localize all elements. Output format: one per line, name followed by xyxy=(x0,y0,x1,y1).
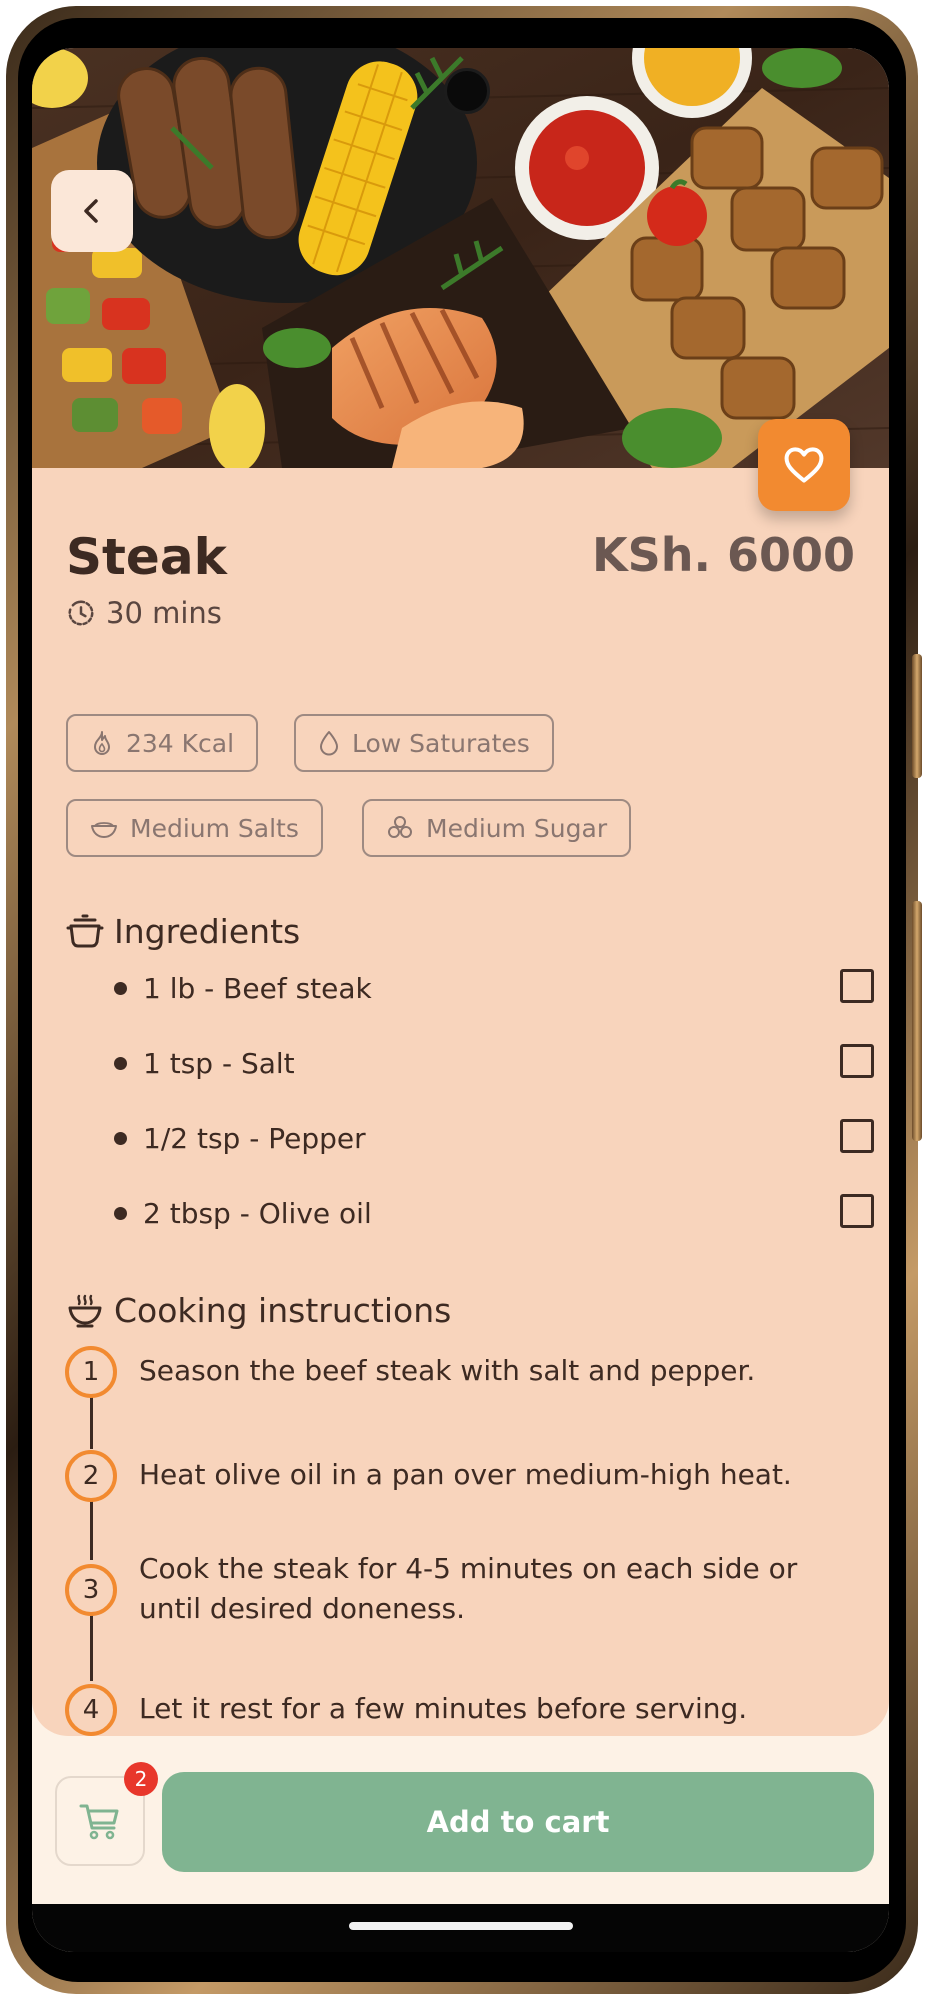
timer-icon xyxy=(68,600,94,626)
front-camera xyxy=(444,68,490,114)
volume-button xyxy=(912,654,922,778)
step-text: Let it rest for a few minutes before ser… xyxy=(139,1692,748,1725)
dish-price: KSh. 6000 xyxy=(591,528,855,582)
ingredient-item: 1 tsp - Salt xyxy=(114,1038,874,1088)
app-screen: Steak KSh. 6000 30 mins 234 Kcal Low Sat… xyxy=(32,48,889,1952)
steaming-bowl-icon xyxy=(68,1294,102,1327)
flame-icon xyxy=(94,731,110,755)
step-connector xyxy=(90,1609,93,1681)
power-button xyxy=(912,901,922,1141)
bottom-action-bar: 2 Add to cart xyxy=(32,1736,889,1904)
dish-title: Steak xyxy=(66,528,227,586)
cart-count-badge: 2 xyxy=(124,1762,158,1796)
heart-icon xyxy=(784,447,824,483)
ingredient-checkbox[interactable] xyxy=(840,1119,874,1153)
instructions-title: Cooking instructions xyxy=(114,1291,452,1330)
ingredient-item: 1/2 tsp - Pepper xyxy=(114,1113,874,1163)
ingredient-text: 1 tsp - Salt xyxy=(143,1046,295,1080)
ingredient-text: 2 tbsp - Olive oil xyxy=(143,1196,372,1230)
bullet xyxy=(114,1131,127,1145)
cooking-pot-icon xyxy=(66,914,104,947)
step-text: Season the beef steak with salt and pepp… xyxy=(139,1354,756,1387)
tag-sugar-label: Medium Sugar xyxy=(426,813,608,843)
step-number: 4 xyxy=(65,1684,117,1736)
instructions-header: Cooking instructions xyxy=(66,1291,451,1330)
add-to-cart-button[interactable]: Add to cart xyxy=(162,1772,874,1872)
bullet xyxy=(114,1206,127,1220)
step-number: 3 xyxy=(65,1564,117,1616)
ingredient-checkbox[interactable] xyxy=(840,969,874,1003)
droplet-icon xyxy=(320,731,338,756)
tag-salts-label: Medium Salts xyxy=(130,813,299,843)
tag-salts: Medium Salts xyxy=(66,799,323,857)
cook-time: 30 mins xyxy=(66,596,222,630)
ingredients-title: Ingredients xyxy=(114,912,301,951)
step-connector xyxy=(90,1498,93,1560)
recipe-card: Steak KSh. 6000 30 mins 234 Kcal Low Sat… xyxy=(32,468,889,1736)
back-button[interactable] xyxy=(51,170,133,252)
bullet xyxy=(114,1056,127,1070)
ingredient-checkbox[interactable] xyxy=(840,1194,874,1228)
bullet xyxy=(114,981,127,995)
ingredient-text: 1 lb - Beef steak xyxy=(143,971,372,1005)
ingredient-checkbox[interactable] xyxy=(840,1044,874,1078)
home-indicator[interactable] xyxy=(349,1922,573,1930)
tag-saturates: Low Saturates xyxy=(294,714,554,772)
system-navigation-bar xyxy=(32,1904,889,1952)
sugar-cubes-icon xyxy=(388,816,412,838)
salt-bowl-icon xyxy=(91,822,117,838)
step-number: 1 xyxy=(65,1346,117,1398)
tag-calories: 234 Kcal xyxy=(66,714,259,772)
shopping-cart-icon xyxy=(79,1804,119,1840)
ingredient-text: 1/2 tsp - Pepper xyxy=(143,1121,366,1155)
tag-sugar: Medium Sugar xyxy=(362,799,632,857)
tag-saturates-label: Low Saturates xyxy=(352,728,530,758)
step-connector xyxy=(90,1394,93,1449)
chevron-left-icon xyxy=(84,199,98,223)
step-number: 2 xyxy=(65,1450,117,1502)
step-text: Cook the steak for 4-5 minutes on each s… xyxy=(139,1552,798,1625)
ingredients-header: Ingredients xyxy=(66,912,300,951)
step-text: Heat olive oil in a pan over medium-high… xyxy=(139,1458,792,1491)
cook-time-text: 30 mins xyxy=(106,596,222,630)
tag-calories-label: 234 Kcal xyxy=(126,728,235,758)
ingredient-item: 2 tbsp - Olive oil xyxy=(114,1188,874,1238)
ingredient-item: 1 lb - Beef steak xyxy=(114,963,874,1013)
favorite-button[interactable] xyxy=(758,419,850,511)
